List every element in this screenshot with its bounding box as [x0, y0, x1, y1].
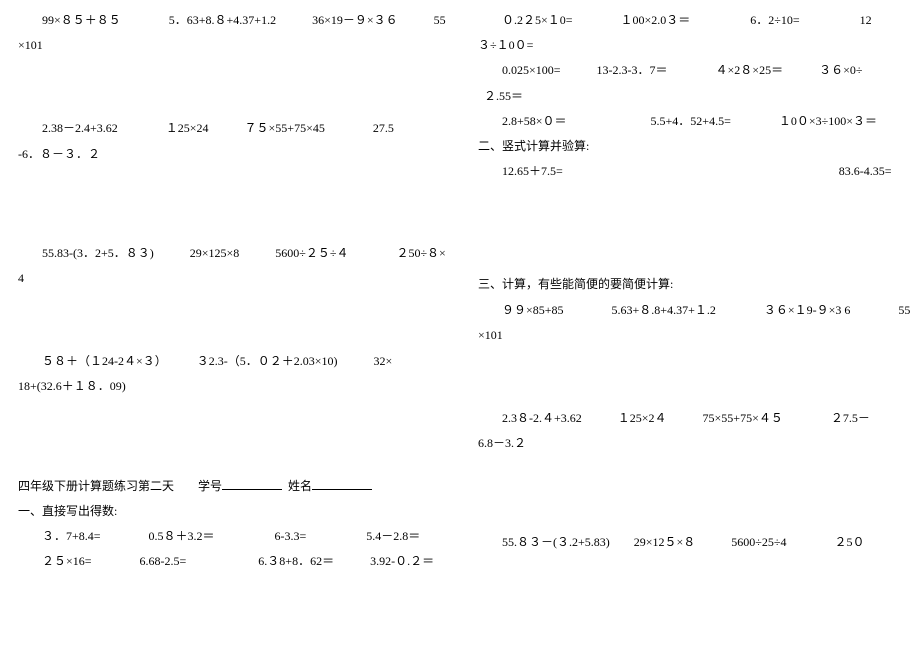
calc-line: 55.８３－(３.2+5.83) 29×12５×８ 5600÷25÷4 ２5０: [478, 530, 902, 555]
calc-line: ３÷１0０=: [478, 33, 902, 58]
student-name-field[interactable]: [312, 477, 372, 490]
calc-line: 6.8－3.２: [478, 431, 902, 456]
calc-line: 99×８５＋８５ 5．63+8.８+4.37+1.2 36×19－９×３６ 55: [18, 8, 442, 33]
calc-line: ０.2２5×１0= １00×2.0３＝ 6．2÷10= 12: [478, 8, 902, 33]
section-1-heading: 一、直接写出得数:: [18, 499, 442, 524]
section-3-heading: 三、计算，有些能简便的要简便计算:: [478, 272, 902, 297]
calc-line: ２５×16= 6.68-2.5= 6.３8+8．62＝ 3.92-０.２＝: [18, 549, 442, 574]
student-id-label: 学号: [198, 479, 222, 493]
calc-line: ９９×85+85 5.63+８.8+4.37+１.2 ３６×１9-９×3 6 5…: [478, 298, 902, 323]
calc-line: 18+(32.6＋１８．09): [18, 374, 442, 399]
calc-line: ×101: [18, 33, 442, 58]
calc-line: ５８＋（１24-2４×３） ３2.3-（5．０２＋2.03×10) 32×: [18, 349, 442, 374]
calc-line: 2.38－2.4+3.62 １25×24 ７５×55+75×45 27.5: [18, 116, 442, 141]
student-id-field[interactable]: [222, 477, 282, 490]
left-column: 99×８５＋８５ 5．63+8.８+4.37+1.2 36×19－９×３６ 55…: [0, 0, 460, 651]
calc-line: ３．7+8.4= 0.5８＋3.2＝ 6-3.3= 5.4－2.8＝: [18, 524, 442, 549]
calc-line: 2.8+58×０＝ 5.5+4．52+4.5= １0０×3÷100×３＝: [478, 109, 902, 134]
calc-line: 12.65＋7.5= 83.6-4.35=: [478, 159, 902, 184]
calc-line: ×101: [478, 323, 902, 348]
calc-line: 55.83-(3．2+5．８３) 29×125×8 5600÷２５÷４ ２50÷…: [18, 241, 442, 266]
worksheet-title-line: 四年级下册计算题练习第二天 学号 姓名: [18, 474, 442, 499]
student-name-label: 姓名: [288, 479, 312, 493]
calc-line: 4: [18, 266, 442, 291]
calc-line: ２.55＝: [478, 84, 902, 109]
calc-line: 2.3８-2.４+3.62 １25×2４ 75×55+75×４５ ２7.5－: [478, 406, 902, 431]
right-column: ０.2２5×１0= １00×2.0３＝ 6．2÷10= 12 ３÷１0０= 0.…: [460, 0, 920, 651]
calc-line: 0.025×100= 13-2.3-3．7＝ ４×2８×25＝ ３６×0÷: [478, 58, 902, 83]
calc-line: -6．８－３．２: [18, 142, 442, 167]
worksheet-title: 四年级下册计算题练习第二天: [18, 479, 174, 493]
section-2-heading: 二、竖式计算并验算:: [478, 134, 902, 159]
